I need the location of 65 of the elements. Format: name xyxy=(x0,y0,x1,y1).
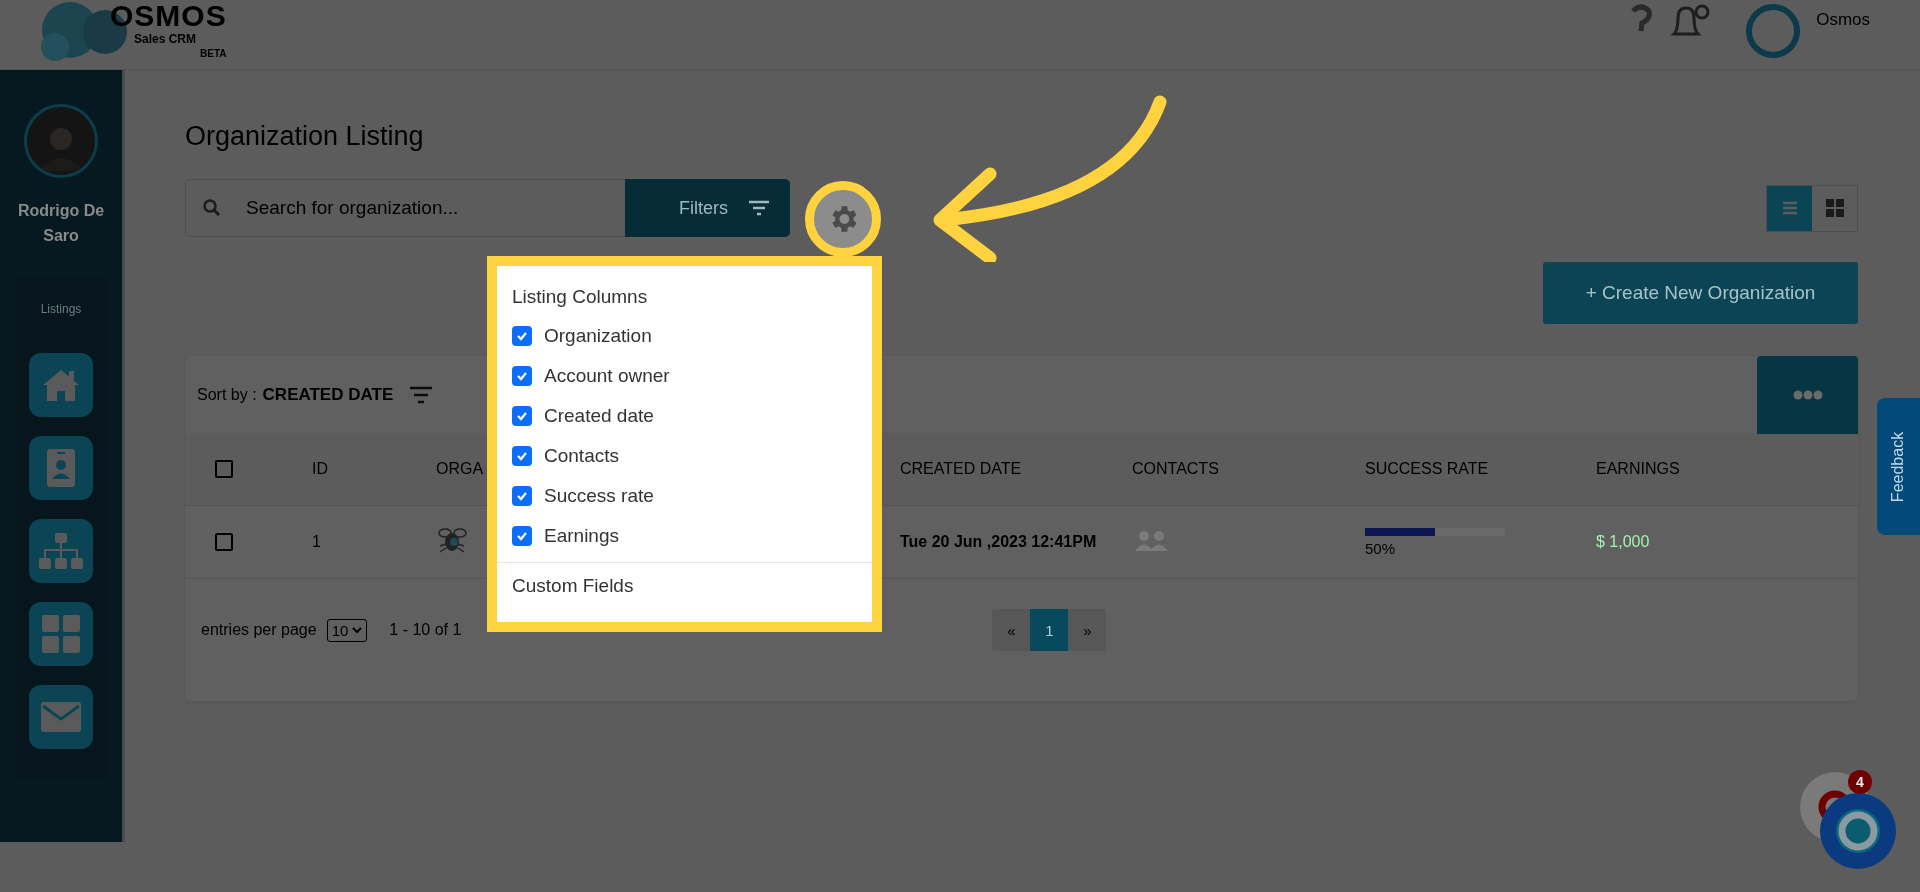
table-cell-text: 50% xyxy=(1365,539,1397,557)
bug-logo-icon xyxy=(436,526,468,554)
beta-label: BETA xyxy=(200,48,227,59)
mail-icon xyxy=(41,702,81,732)
column-option[interactable]: Contacts xyxy=(544,445,619,467)
sort-label: Sort by : xyxy=(197,385,257,404)
table-cell-text: $ 1,000 xyxy=(1596,533,1651,551)
column-header: ORGA xyxy=(436,460,485,478)
dots-icon xyxy=(1792,390,1823,400)
mail-nav-button[interactable] xyxy=(29,685,93,749)
search-field[interactable]: Search for organization... xyxy=(185,179,625,237)
column-checkbox[interactable] xyxy=(512,366,532,386)
row-checkbox[interactable] xyxy=(215,533,233,551)
grid-icon xyxy=(1825,199,1844,217)
column-checkbox[interactable] xyxy=(512,446,532,466)
more-button[interactable] xyxy=(1757,356,1858,434)
column-header: CONTACTS xyxy=(1132,460,1220,478)
column-option[interactable]: Created date xyxy=(544,405,654,427)
feedback-tab[interactable]: Feedback xyxy=(1877,398,1920,535)
filters-button[interactable]: Filters xyxy=(625,179,790,237)
hierarchy-icon xyxy=(39,532,83,570)
column-option[interactable]: Organization xyxy=(544,325,652,347)
grid-nav-button[interactable] xyxy=(29,602,93,666)
column-option[interactable]: Earnings xyxy=(544,525,619,547)
sort-icon[interactable] xyxy=(409,385,434,404)
table-cell-text: Tue 20 Jun ,2023 12:41PM xyxy=(900,533,1098,551)
create-organization-button[interactable]: + Create New Organization xyxy=(1543,262,1858,324)
home-icon xyxy=(41,368,81,402)
logo-title: OSMOS xyxy=(110,0,227,32)
column-checkbox[interactable] xyxy=(512,326,532,346)
custom-fields-link[interactable]: Custom Fields xyxy=(512,575,872,597)
page-button[interactable]: 1 xyxy=(1030,609,1069,651)
notification-count: 4 xyxy=(1848,770,1872,794)
page-title: Organization Listing xyxy=(185,121,425,152)
column-header: CREATED DATE xyxy=(900,460,1023,478)
user-name: Rodrigo De Saro xyxy=(16,201,106,246)
bell-icon[interactable] xyxy=(1668,4,1711,38)
column-checkbox[interactable] xyxy=(512,406,532,426)
section-label: Listings xyxy=(40,302,82,316)
menu-title: Listing Columns xyxy=(512,286,649,308)
search-icon xyxy=(203,199,221,217)
list-view-button[interactable] xyxy=(1767,185,1812,231)
column-option[interactable]: Success rate xyxy=(544,485,654,507)
column-checkbox[interactable] xyxy=(512,526,532,546)
column-header: SUCCESS RATE xyxy=(1365,460,1490,478)
caret-icon xyxy=(352,626,363,634)
column-checkbox[interactable] xyxy=(512,486,532,506)
logo-subtitle: Sales CRM xyxy=(134,32,197,46)
grid-icon xyxy=(42,615,80,653)
contact-nav-button[interactable] xyxy=(29,436,93,500)
range-label: 1 - 10 of 1 xyxy=(389,621,462,639)
list-icon xyxy=(1781,201,1798,215)
column-header: EARNINGS xyxy=(1596,460,1681,478)
user-avatar[interactable] xyxy=(1746,4,1801,58)
filter-icon xyxy=(748,200,770,216)
table-cell-text: 1 xyxy=(312,533,322,551)
help-icon[interactable] xyxy=(1630,4,1653,34)
id-badge-icon xyxy=(46,448,76,488)
column-header: ID xyxy=(312,460,329,478)
column-option[interactable]: Account owner xyxy=(544,365,670,387)
select-all-checkbox[interactable] xyxy=(215,460,233,478)
entries-label: entries per page xyxy=(201,621,317,639)
hierarchy-nav-button[interactable] xyxy=(29,519,93,583)
chat-widget-drawing[interactable] xyxy=(1798,770,1898,870)
home-nav-button[interactable] xyxy=(29,353,93,417)
